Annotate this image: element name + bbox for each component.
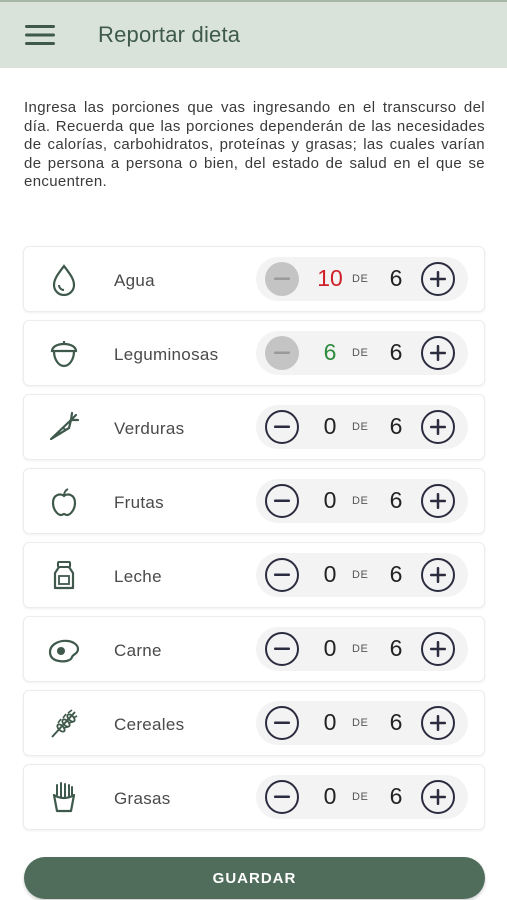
food-row-frutas: Frutas 0 DE 6 (23, 468, 485, 534)
decrement-button[interactable] (265, 632, 299, 666)
portion-count: 0 (323, 413, 337, 439)
minus-icon (274, 573, 290, 576)
portion-total: 6 (389, 487, 403, 513)
increment-button[interactable] (421, 336, 455, 370)
food-row-carne: Carne 0 DE 6 (23, 616, 485, 682)
food-row-leguminosas: Leguminosas 6 DE 6 (23, 320, 485, 386)
portion-count: 0 (323, 709, 337, 735)
of-label: DE (352, 421, 369, 433)
food-label: Frutas (114, 493, 164, 512)
minus-icon (274, 425, 290, 428)
of-label: DE (352, 791, 369, 803)
increment-button[interactable] (421, 558, 455, 592)
portion-stepper: 0 DE 6 (256, 775, 468, 819)
of-label: DE (352, 569, 369, 581)
food-label: Carne (114, 641, 162, 660)
decrement-button[interactable] (265, 780, 299, 814)
water-drop-icon (44, 260, 84, 300)
portion-count: 10 (317, 265, 343, 291)
minus-icon (274, 721, 290, 724)
of-label: DE (352, 347, 369, 359)
plus-icon (430, 641, 446, 657)
decrement-button[interactable] (265, 410, 299, 444)
decrement-button[interactable] (265, 706, 299, 740)
minus-icon (274, 351, 290, 354)
increment-button[interactable] (421, 262, 455, 296)
decrement-button[interactable] (265, 558, 299, 592)
portion-total: 6 (389, 709, 403, 735)
portion-total: 6 (389, 413, 403, 439)
portion-total: 6 (389, 783, 403, 809)
minus-icon (274, 647, 290, 650)
steak-icon (44, 630, 84, 670)
decrement-button[interactable] (265, 336, 299, 370)
food-label: Agua (114, 271, 155, 290)
milk-bottle-icon (44, 556, 84, 596)
food-row-leche: Leche 0 DE 6 (23, 542, 485, 608)
food-label: Grasas (114, 789, 171, 808)
increment-button[interactable] (421, 780, 455, 814)
food-label: Verduras (114, 419, 185, 438)
food-label: Cereales (114, 715, 185, 734)
portion-stepper: 0 DE 6 (256, 701, 468, 745)
food-group-list: Agua 10 DE 6 Leguminosas 6 DE 6 Verduras… (23, 246, 485, 838)
of-label: DE (352, 495, 369, 507)
acorn-icon (44, 334, 84, 374)
carrot-icon (44, 408, 84, 448)
fries-icon (44, 778, 84, 818)
plus-icon (430, 567, 446, 583)
increment-button[interactable] (421, 632, 455, 666)
decrement-button[interactable] (265, 262, 299, 296)
intro-text: Ingresa las porciones que vas ingresando… (24, 99, 485, 190)
portion-stepper: 6 DE 6 (256, 331, 468, 375)
plus-icon (430, 789, 446, 805)
hamburger-menu-icon (25, 25, 55, 45)
portion-stepper: 0 DE 6 (256, 479, 468, 523)
portion-count: 0 (323, 635, 337, 661)
of-label: DE (352, 273, 369, 285)
food-row-agua: Agua 10 DE 6 (23, 246, 485, 312)
increment-button[interactable] (421, 706, 455, 740)
plus-icon (430, 345, 446, 361)
minus-icon (274, 277, 290, 280)
portion-count: 0 (323, 561, 337, 587)
decrement-button[interactable] (265, 484, 299, 518)
increment-button[interactable] (421, 484, 455, 518)
of-label: DE (352, 643, 369, 655)
page-title: Reportar dieta (98, 22, 241, 47)
plus-icon (430, 419, 446, 435)
portion-stepper: 0 DE 6 (256, 627, 468, 671)
portion-total: 6 (389, 635, 403, 661)
food-row-cereales: Cereales 0 DE 6 (23, 690, 485, 756)
save-button[interactable]: GUARDAR (24, 857, 485, 899)
minus-icon (274, 499, 290, 502)
menu-button[interactable] (10, 5, 70, 65)
portion-count: 0 (323, 783, 337, 809)
food-label: Leguminosas (114, 345, 219, 364)
of-label: DE (352, 717, 369, 729)
portion-count: 6 (323, 339, 337, 365)
portion-stepper: 10 DE 6 (256, 257, 468, 301)
app-bar: Reportar dieta (0, 0, 507, 68)
portion-total: 6 (389, 265, 403, 291)
plus-icon (430, 271, 446, 287)
minus-icon (274, 795, 290, 798)
food-row-grasas: Grasas 0 DE 6 (23, 764, 485, 830)
plus-icon (430, 715, 446, 731)
portion-total: 6 (389, 339, 403, 365)
portion-total: 6 (389, 561, 403, 587)
portion-stepper: 0 DE 6 (256, 405, 468, 449)
apple-icon (44, 482, 84, 522)
portion-stepper: 0 DE 6 (256, 553, 468, 597)
plus-icon (430, 493, 446, 509)
wheat-icon (44, 704, 84, 744)
increment-button[interactable] (421, 410, 455, 444)
food-row-verduras: Verduras 0 DE 6 (23, 394, 485, 460)
portion-count: 0 (323, 487, 337, 513)
food-label: Leche (114, 567, 162, 586)
